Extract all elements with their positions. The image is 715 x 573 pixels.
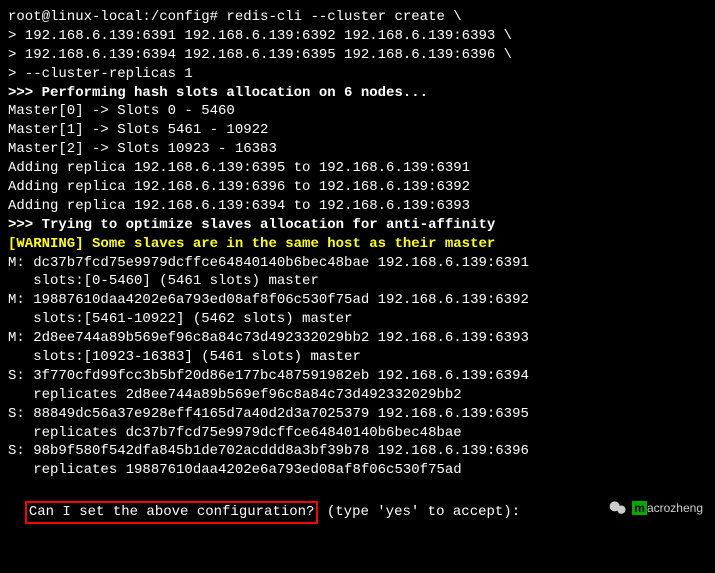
terminal-text: slots:[5461-10922] (5462 slots) master (8, 311, 352, 327)
watermark-m: m (632, 501, 647, 515)
confirmation-question: Can I set the above configuration? (25, 501, 319, 524)
terminal-text: >>> Performing hash slots allocation on … (8, 85, 428, 101)
confirmation-hint: (type 'yes' to accept): (318, 504, 528, 520)
terminal-text: > 192.168.6.139:6391 192.168.6.139:6392 … (8, 28, 512, 44)
terminal-text: M: 19887610daa4202e6a793ed08af8f06c530f7… (8, 292, 529, 308)
terminal-line: Adding replica 192.168.6.139:6396 to 192… (8, 178, 707, 197)
terminal-line: Adding replica 192.168.6.139:6394 to 192… (8, 197, 707, 216)
terminal-text: Adding replica 192.168.6.139:6395 to 192… (8, 160, 470, 176)
confirmation-prompt-line[interactable]: Can I set the above configuration? (type… (8, 480, 707, 524)
terminal-text: [WARNING] Some slaves are in the same ho… (8, 236, 495, 252)
terminal-text: S: 88849dc56a37e928eff4165d7a40d2d3a7025… (8, 406, 529, 422)
terminal-text: S: 3f770cfd99fcc3b5bf20d86e177bc48759198… (8, 368, 529, 384)
terminal-line: Master[0] -> Slots 0 - 5460 (8, 102, 707, 121)
terminal-line: S: 98b9f580f542dfa845b1de702acddd8a3bf39… (8, 442, 707, 461)
terminal-text: replicates dc37b7fcd75e9979dcffce6484014… (8, 425, 462, 441)
terminal-text: root@linux-local:/config# redis-cli --cl… (8, 9, 462, 25)
terminal-line: [WARNING] Some slaves are in the same ho… (8, 235, 707, 254)
terminal-text: slots:[10923-16383] (5461 slots) master (8, 349, 361, 365)
terminal-line: slots:[0-5460] (5461 slots) master (8, 272, 707, 291)
terminal-line: Adding replica 192.168.6.139:6395 to 192… (8, 159, 707, 178)
terminal-text: > 192.168.6.139:6394 192.168.6.139:6395 … (8, 47, 512, 63)
terminal-line: >>> Performing hash slots allocation on … (8, 84, 707, 103)
terminal-text: S: 98b9f580f542dfa845b1de702acddd8a3bf39… (8, 443, 529, 459)
terminal-text: > --cluster-replicas 1 (8, 66, 193, 82)
terminal-line: Master[2] -> Slots 10923 - 16383 (8, 140, 707, 159)
terminal-line: S: 3f770cfd99fcc3b5bf20d86e177bc48759198… (8, 367, 707, 386)
terminal-line: > --cluster-replicas 1 (8, 65, 707, 84)
terminal-line: M: 19887610daa4202e6a793ed08af8f06c530f7… (8, 291, 707, 310)
terminal-line: root@linux-local:/config# redis-cli --cl… (8, 8, 707, 27)
terminal-text: replicates 19887610daa4202e6a793ed08af8f… (8, 462, 462, 478)
terminal-line: M: dc37b7fcd75e9979dcffce64840140b6bec48… (8, 254, 707, 273)
terminal-line: replicates 19887610daa4202e6a793ed08af8f… (8, 461, 707, 480)
terminal-text: >>> Trying to optimize slaves allocation… (8, 217, 495, 233)
terminal-line: slots:[10923-16383] (5461 slots) master (8, 348, 707, 367)
terminal-line: Master[1] -> Slots 5461 - 10922 (8, 121, 707, 140)
terminal-text: replicates 2d8ee744a89b569ef96c8a84c73d4… (8, 387, 462, 403)
terminal-line: > 192.168.6.139:6391 192.168.6.139:6392 … (8, 27, 707, 46)
watermark: macrozheng (608, 498, 703, 518)
terminal-line: S: 88849dc56a37e928eff4165d7a40d2d3a7025… (8, 405, 707, 424)
wechat-icon (608, 498, 628, 518)
terminal-line: slots:[5461-10922] (5462 slots) master (8, 310, 707, 329)
terminal-text: slots:[0-5460] (5461 slots) master (8, 273, 319, 289)
terminal-text: Adding replica 192.168.6.139:6394 to 192… (8, 198, 470, 214)
terminal-line: > 192.168.6.139:6394 192.168.6.139:6395 … (8, 46, 707, 65)
terminal-text: M: 2d8ee744a89b569ef96c8a84c73d492332029… (8, 330, 529, 346)
watermark-text: macrozheng (632, 500, 703, 516)
terminal-text: M: dc37b7fcd75e9979dcffce64840140b6bec48… (8, 255, 529, 271)
terminal-line: replicates 2d8ee744a89b569ef96c8a84c73d4… (8, 386, 707, 405)
terminal-line: replicates dc37b7fcd75e9979dcffce6484014… (8, 424, 707, 443)
terminal-text: Master[2] -> Slots 10923 - 16383 (8, 141, 277, 157)
terminal-text: Adding replica 192.168.6.139:6396 to 192… (8, 179, 470, 195)
terminal-text: Master[0] -> Slots 0 - 5460 (8, 103, 235, 119)
terminal-line: M: 2d8ee744a89b569ef96c8a84c73d492332029… (8, 329, 707, 348)
terminal-output: root@linux-local:/config# redis-cli --cl… (8, 8, 707, 480)
terminal-text: Master[1] -> Slots 5461 - 10922 (8, 122, 268, 138)
terminal-line: >>> Trying to optimize slaves allocation… (8, 216, 707, 235)
